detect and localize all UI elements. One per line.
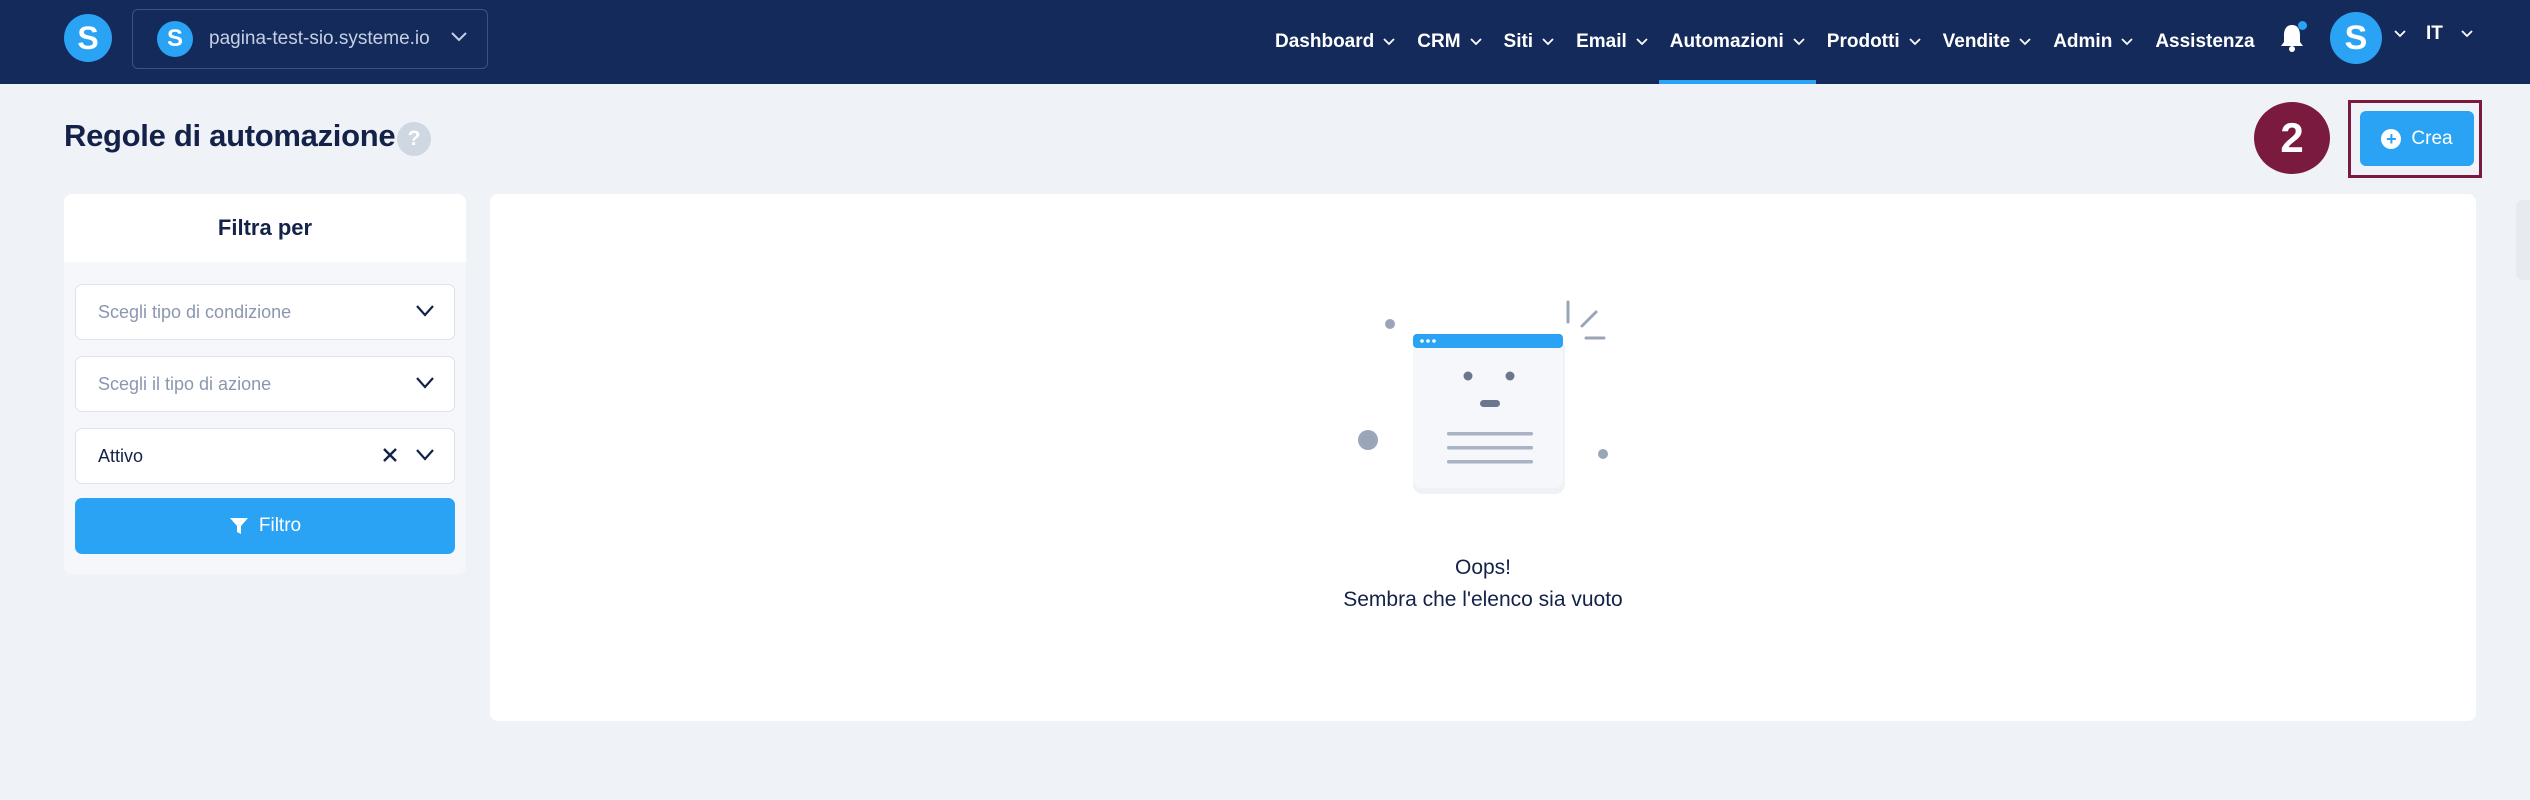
filter-button[interactable]: Filtro: [75, 498, 455, 554]
nav-label: Vendite: [1942, 31, 2011, 52]
site-domain: pagina-test-sio.systeme.io: [209, 28, 430, 49]
main-nav: Dashboard CRM Siti Email Automazioni Pro…: [1264, 0, 2266, 84]
filter-panel: Filtra per Scegli tipo di condizione Sce…: [64, 194, 466, 574]
empty-state-message: Oops! Sembra che l'elenco sia vuoto: [1250, 552, 1716, 616]
scrollbar[interactable]: [2516, 200, 2530, 280]
nav-item-vendite[interactable]: Vendite: [1932, 0, 2043, 84]
top-navigation-bar: S S pagina-test-sio.systeme.io Dashboard…: [0, 0, 2530, 84]
nav-label: Prodotti: [1826, 31, 1900, 52]
create-label: Crea: [2411, 127, 2453, 149]
language-label: IT: [2426, 23, 2443, 44]
action-type-placeholder: Scegli il tipo di azione: [98, 373, 272, 394]
nav-label: Siti: [1503, 31, 1534, 52]
chevron-down-icon: [1542, 38, 1554, 46]
condition-type-placeholder: Scegli tipo di condizione: [98, 301, 292, 322]
nav-label: Automazioni: [1669, 31, 1784, 52]
empty-state-description: Sembra che l'elenco sia vuoto: [1343, 588, 1623, 611]
funnel-icon: [229, 518, 248, 534]
action-type-select[interactable]: Scegli il tipo di azione: [75, 356, 455, 412]
chevron-down-icon: [2461, 30, 2473, 38]
page-title: Regole di automazione: [64, 118, 396, 153]
plus-circle-icon: +: [2381, 128, 2402, 149]
chevron-down-icon: [416, 449, 434, 461]
site-selector[interactable]: S pagina-test-sio.systeme.io: [132, 9, 488, 69]
clear-icon[interactable]: [382, 447, 398, 463]
chevron-down-icon: [1636, 38, 1648, 46]
create-button[interactable]: + Crea: [2360, 111, 2474, 166]
status-select[interactable]: Attivo: [75, 428, 455, 484]
nav-item-prodotti[interactable]: Prodotti: [1816, 0, 1932, 84]
step-number-badge: 2: [2254, 102, 2330, 174]
nav-item-crm[interactable]: CRM: [1406, 0, 1492, 84]
chevron-down-icon: [2121, 38, 2133, 46]
nav-label: Admin: [2053, 31, 2113, 52]
chevron-down-icon: [416, 377, 434, 389]
language-selector[interactable]: IT: [2426, 0, 2473, 68]
nav-label: Assistenza: [2155, 31, 2255, 52]
filter-heading: Filtra per: [217, 215, 313, 240]
site-icon: S: [157, 21, 193, 57]
nav-label: Dashboard: [1275, 31, 1375, 52]
notifications-bell-icon[interactable]: [2278, 21, 2307, 54]
chevron-down-icon: [451, 32, 467, 42]
chevron-down-icon[interactable]: [2394, 30, 2406, 38]
systeme-logo[interactable]: S: [64, 14, 112, 62]
condition-type-select[interactable]: Scegli tipo di condizione: [75, 284, 455, 340]
chevron-down-icon: [2019, 38, 2031, 46]
filter-button-label: Filtro: [258, 515, 302, 536]
empty-state-title: Oops!: [1454, 556, 1512, 579]
help-icon[interactable]: ?: [397, 122, 431, 156]
chevron-down-icon: [416, 305, 434, 317]
status-value: Attivo: [98, 445, 144, 466]
nav-item-automazioni[interactable]: Automazioni: [1658, 0, 1816, 84]
empty-list-illustration: [1358, 300, 1608, 494]
chevron-down-icon: [1469, 38, 1482, 46]
nav-item-assistenza[interactable]: Assistenza: [2144, 0, 2265, 84]
nav-item-dashboard[interactable]: Dashboard: [1264, 0, 1406, 84]
chevron-down-icon: [1908, 38, 1921, 46]
nav-label: CRM: [1417, 31, 1461, 52]
chevron-down-icon: [1383, 38, 1395, 46]
nav-item-siti[interactable]: Siti: [1493, 0, 1566, 84]
notification-dot: [2298, 21, 2307, 30]
nav-label: Email: [1576, 31, 1627, 52]
user-avatar[interactable]: S: [2330, 12, 2382, 64]
nav-item-email[interactable]: Email: [1565, 0, 1659, 84]
chevron-down-icon: [1793, 38, 1805, 46]
nav-item-admin[interactable]: Admin: [2042, 0, 2144, 84]
